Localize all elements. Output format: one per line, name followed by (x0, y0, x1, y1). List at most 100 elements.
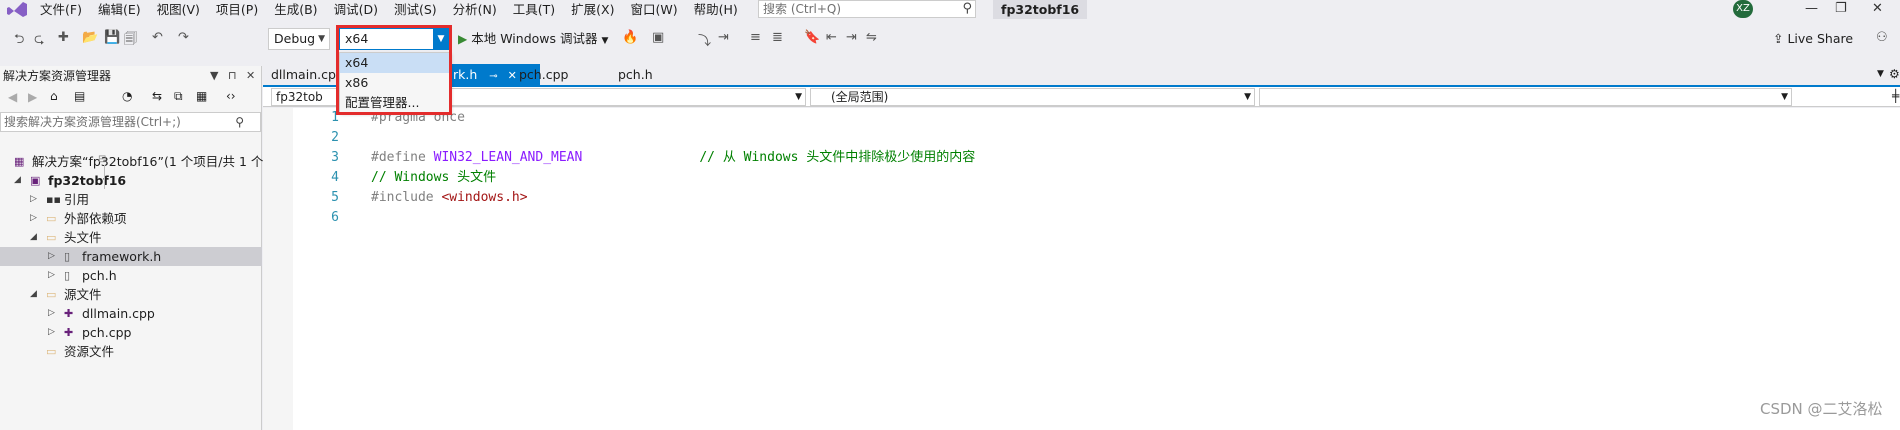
document-tabs: dllmain.cp rk.h ⊸ ✕ pch.cpp pch.h ▼ ⚙ (263, 64, 1900, 86)
platform-select[interactable]: x64 ▼ (339, 28, 450, 50)
tree-item[interactable]: ◢ ▭ 源文件 (0, 285, 262, 304)
menu-view[interactable]: 视图(V) (149, 0, 208, 19)
expander-icon[interactable]: ◢ (30, 228, 37, 247)
next-bookmark-icon[interactable]: ⇥ (846, 30, 857, 45)
search-input[interactable]: 搜索 (Ctrl+Q) ⚲ (758, 0, 976, 18)
feedback-icon[interactable]: ⚇ (1876, 30, 1888, 45)
tree-item[interactable]: ▷ ▪▪ 引用 (0, 190, 262, 209)
menu-edit[interactable]: 编辑(E) (90, 0, 149, 19)
tree-item-label: 头文件 (64, 230, 102, 245)
member-select[interactable]: ▼ (1259, 88, 1792, 106)
indent-icon[interactable]: ⇥ (718, 30, 729, 45)
fold-guide (104, 165, 105, 189)
back-icon[interactable]: ⮌ (14, 30, 24, 52)
collapse-all-icon[interactable]: ⧉ (174, 89, 183, 104)
tree-item[interactable]: ▷ ✚ pch.cpp (0, 323, 262, 342)
tree-item[interactable]: ▷ ✚ dllmain.cpp (0, 304, 262, 323)
prev-bookmark-icon[interactable]: ⇤ (826, 30, 837, 45)
expander-icon[interactable]: ▷ (30, 190, 37, 209)
tree-item[interactable]: ▷ ▭ 外部依赖项 (0, 209, 262, 228)
comment-icon[interactable]: ≡ (750, 30, 761, 45)
tree-item[interactable]: ▷ ▯ pch.h (0, 266, 262, 285)
expander-icon[interactable]: ◢ (30, 285, 37, 304)
sync-icon[interactable]: ⇆ (152, 89, 162, 103)
expander-icon[interactable]: ▷ (48, 247, 55, 266)
home-icon[interactable]: ⌂ (50, 89, 58, 103)
folder-icon: ▭ (46, 231, 57, 244)
pin-icon[interactable]: ⊸ (489, 71, 497, 82)
menu-debug[interactable]: 调试(D) (326, 0, 386, 19)
menu-help[interactable]: 帮助(H) (686, 0, 746, 19)
menu-analyze[interactable]: 分析(N) (445, 0, 505, 19)
tab-pch-h[interactable]: pch.h (610, 64, 661, 86)
close-window-icon[interactable]: ✕ (1872, 0, 1883, 19)
menu-tools[interactable]: 工具(T) (505, 0, 563, 19)
configuration-select[interactable]: Debug ▼ (268, 28, 330, 50)
chevron-down-icon[interactable]: ▼ (433, 29, 449, 49)
switch-view-icon[interactable]: ▤ (74, 89, 85, 103)
bookmark-icon[interactable]: 🔖 (804, 30, 820, 45)
include-path: <windows.h> (441, 190, 528, 205)
uncomment-icon[interactable]: ≣ (772, 30, 783, 45)
solution-search-input[interactable]: 搜索解决方案资源管理器(Ctrl+;) ⚲ (0, 112, 261, 132)
expander-icon[interactable]: ▷ (30, 209, 37, 228)
start-debugger-button[interactable]: ▶ 本地 Windows 调试器 ▼ (458, 28, 608, 50)
tree-item[interactable]: ▭ 资源文件 (0, 342, 262, 361)
menu-file[interactable]: 文件(F) (32, 0, 90, 19)
forward-icon[interactable]: ⮎ (34, 30, 44, 52)
show-all-files-icon[interactable]: ▦ (196, 89, 207, 103)
screenshot-icon[interactable]: ▣ (652, 30, 664, 45)
forward-icon[interactable]: ▶ (28, 90, 37, 104)
global-scope-select[interactable]: (全局范围) ▼ (810, 88, 1255, 106)
split-icon[interactable]: ╪ (1892, 89, 1899, 103)
save-all-icon[interactable]: 🗐 (124, 30, 137, 52)
redo-icon[interactable]: ↷ (178, 30, 189, 45)
expander-icon[interactable]: ◢ (14, 171, 21, 190)
back-icon[interactable]: ◀ (8, 90, 17, 104)
hot-reload-icon[interactable]: 🔥 (622, 30, 638, 45)
menu-build[interactable]: 生成(B) (266, 0, 325, 19)
platform-dropdown: x64 x86 配置管理器... (339, 52, 451, 113)
tree-item[interactable]: ◢ ▣ fp32tobf16 (0, 171, 262, 190)
open-folder-icon[interactable]: 📂 (82, 30, 98, 45)
menu-extensions[interactable]: 扩展(X) (563, 0, 622, 19)
run-label: 本地 Windows 调试器 (471, 31, 598, 46)
pending-changes-icon[interactable]: ◔ (122, 89, 132, 103)
avatar[interactable]: XZ (1733, 0, 1753, 18)
save-icon[interactable]: 💾 (104, 30, 120, 45)
watermark: CSDN @二艾洛松 (1760, 400, 1883, 418)
menu-window[interactable]: 窗口(W) (622, 0, 685, 19)
platform-option-x86[interactable]: x86 (340, 73, 450, 93)
collapse-icon[interactable]: ⊟ (98, 154, 106, 165)
tab-dllmain[interactable]: dllmain.cp (263, 64, 344, 86)
new-project-icon[interactable]: ✚ (58, 30, 69, 45)
tab-pch-cpp[interactable]: pch.cpp (511, 64, 576, 86)
platform-option-x64[interactable]: x64 (340, 53, 450, 73)
tree-item[interactable]: ▷ ▯ framework.h (0, 247, 262, 266)
expander-icon[interactable]: ▷ (48, 323, 55, 342)
tree-item-label: 解决方案“fp32tobf16”(1 个项目/共 1 个) (32, 154, 269, 169)
menu-project[interactable]: 项目(P) (208, 0, 266, 19)
code-editor[interactable]: 1 2 3 4 5 6 #pragma once #define WIN32_L… (263, 108, 1900, 430)
code-view-icon[interactable]: ‹› (226, 89, 236, 103)
close-icon[interactable]: ✕ (246, 66, 255, 86)
restore-icon[interactable]: ❐ (1835, 0, 1847, 19)
configuration-manager-option[interactable]: 配置管理器... (340, 93, 450, 113)
pin-icon[interactable]: ⊓ (228, 66, 237, 86)
live-share-button[interactable]: ⇪ Live Share (1773, 31, 1853, 46)
clear-bookmarks-icon[interactable]: ⇋ (866, 30, 877, 45)
tree-item-label: 资源文件 (64, 344, 115, 359)
minimize-icon[interactable]: — (1805, 0, 1818, 19)
step-icon[interactable]: ⤵ (698, 30, 711, 49)
solution-explorer-header: 解决方案资源管理器 ▼ ⊓ ✕ (0, 66, 261, 86)
undo-icon[interactable]: ↶ (152, 30, 163, 45)
project-title: fp32tobf16 (993, 0, 1088, 19)
settings-icon[interactable]: ⚙ (1889, 67, 1900, 81)
expander-icon[interactable]: ▷ (48, 304, 55, 323)
expander-icon[interactable]: ▷ (48, 266, 55, 285)
tree-item[interactable]: ◢ ▭ 头文件 (0, 228, 262, 247)
tab-list-icon[interactable]: ▼ (1877, 69, 1884, 79)
tree-item[interactable]: ▦ 解决方案“fp32tobf16”(1 个项目/共 1 个) (0, 152, 268, 171)
menu-test[interactable]: 测试(S) (386, 0, 445, 19)
chevron-down-icon[interactable]: ▼ (210, 66, 218, 86)
